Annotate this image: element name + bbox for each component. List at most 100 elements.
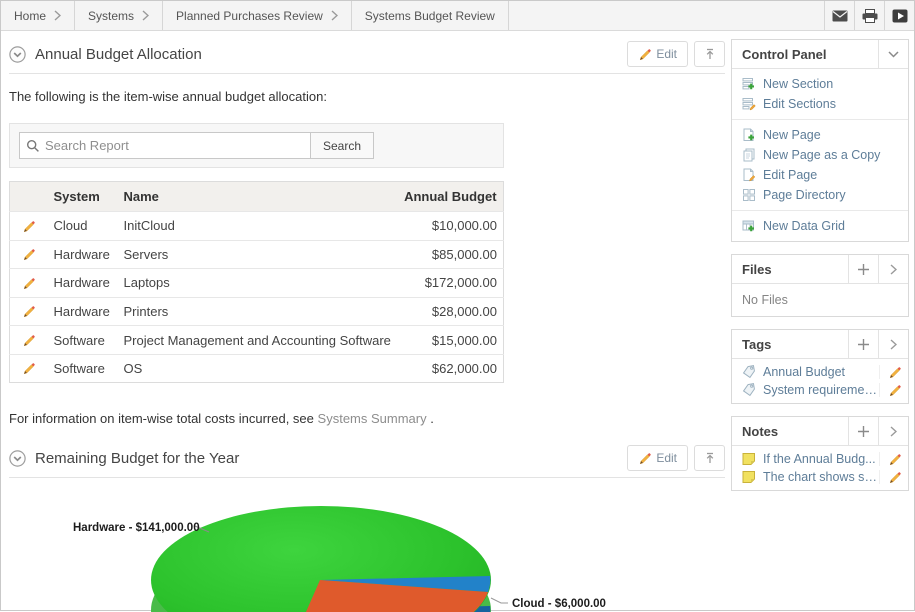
sidebar-item-new-data-grid[interactable]: New Data Grid <box>732 216 908 236</box>
search-box <box>19 132 311 159</box>
search-button[interactable]: Search <box>311 132 375 159</box>
page-section-title: Annual Budget Allocation <box>35 45 202 63</box>
edit-row-icon[interactable] <box>22 220 36 234</box>
plus-icon <box>858 425 869 437</box>
edit-section-button[interactable]: Edit <box>627 41 688 67</box>
edit-tag-icon[interactable] <box>888 366 901 379</box>
add-file-button[interactable] <box>848 255 878 283</box>
table-header-row: System Name Annual Budget <box>9 181 504 212</box>
control-panel-header: Control Panel <box>732 40 908 69</box>
report-search-panel: Search <box>9 123 504 168</box>
note-icon <box>742 471 755 483</box>
files-panel: Files No Files <box>731 254 909 317</box>
chevron-right-icon <box>142 10 149 21</box>
email-icon <box>832 10 847 21</box>
breadcrumb-planned-purchases-review[interactable]: Planned Purchases Review <box>163 1 352 30</box>
breadcrumb-home[interactable]: Home <box>1 1 76 30</box>
expand-tags-button[interactable] <box>878 330 908 358</box>
print-button[interactable] <box>854 1 884 30</box>
email-button[interactable] <box>824 1 854 30</box>
sidebar-item-label: New Page as a Copy <box>763 148 881 162</box>
tag-label[interactable]: Annual Budget <box>763 365 879 379</box>
section-divider <box>9 477 725 479</box>
notes-list: If the Annual Budg... The chart shows sy… <box>732 446 908 490</box>
page-directory-icon <box>743 189 755 201</box>
edit-tag-icon[interactable] <box>888 384 901 397</box>
control-panel-group-pages: New Page New Page as a Copy Edit Page Pa… <box>732 119 908 210</box>
add-tag-button[interactable] <box>848 330 878 358</box>
breadcrumb-systems[interactable]: Systems <box>75 1 164 30</box>
cell-name: InitCloud <box>117 211 399 241</box>
edit-row-icon[interactable] <box>22 248 36 262</box>
files-panel-header: Files <box>732 255 908 284</box>
new-section-icon <box>742 78 756 91</box>
cell-system: Hardware <box>47 296 118 326</box>
cell-budget: $10,000.00 <box>398 211 504 241</box>
edit-row-icon[interactable] <box>22 334 36 348</box>
tag-label[interactable]: System requirements <box>763 383 879 397</box>
footnote-period: . <box>430 411 434 427</box>
notes-panel-header: Notes <box>732 417 908 446</box>
notes-panel: Notes If the Annual Budg... The chart sh… <box>731 416 909 491</box>
collapse-section-icon[interactable] <box>9 450 26 467</box>
edit-button-label: Edit <box>656 47 677 61</box>
plus-icon <box>858 263 869 275</box>
cell-system: Software <box>47 353 118 383</box>
expand-files-button[interactable] <box>878 255 908 283</box>
search-input[interactable] <box>45 138 304 153</box>
breadcrumb-systems-budget-review[interactable]: Systems Budget Review <box>352 1 509 30</box>
table-row: Hardware Servers $85,000.00 <box>9 239 504 269</box>
new-data-grid-icon <box>742 220 756 233</box>
section-header-remaining-budget: Remaining Budget for the Year Edit <box>9 443 725 473</box>
sidebar-item-new-page-as-copy[interactable]: New Page as a Copy <box>732 145 908 165</box>
expand-notes-button[interactable] <box>878 417 908 445</box>
edit-note-icon[interactable] <box>888 471 901 484</box>
chevron-right-icon <box>890 338 897 350</box>
cell-budget: $28,000.00 <box>398 296 504 326</box>
table-row: Cloud InitCloud $10,000.00 <box>9 211 504 241</box>
edit-row-icon[interactable] <box>22 305 36 319</box>
edit-row-icon[interactable] <box>22 277 36 291</box>
sidebar-item-edit-page[interactable]: Edit Page <box>732 165 908 185</box>
note-label[interactable]: If the Annual Budg... <box>763 452 879 466</box>
pencil-icon <box>640 48 652 60</box>
edit-row-icon[interactable] <box>22 362 36 376</box>
main-content: Annual Budget Allocation Edit The follow… <box>9 39 725 479</box>
collapse-panel-button[interactable] <box>878 40 908 68</box>
tags-panel: Tags Annual Budget System requirements <box>731 329 909 404</box>
note-icon <box>742 453 755 465</box>
sidebar-item-new-section[interactable]: New Section <box>732 74 908 94</box>
printer-icon <box>862 8 877 23</box>
move-section-top-button[interactable] <box>694 41 725 67</box>
edit-note-icon[interactable] <box>888 453 901 466</box>
arrow-up-to-bar-icon <box>706 453 713 464</box>
cell-budget: $15,000.00 <box>398 325 504 355</box>
move-section-top-button[interactable] <box>694 445 725 472</box>
table-row: Software Project Management and Accounti… <box>9 325 504 355</box>
systems-summary-link[interactable]: Systems Summary <box>318 411 427 426</box>
panel-title: Tags <box>742 336 772 352</box>
cell-budget: $62,000.00 <box>398 353 504 383</box>
collapse-section-icon[interactable] <box>9 45 26 63</box>
sidebar-item-edit-sections[interactable]: Edit Sections <box>732 94 908 114</box>
cell-name: Project Management and Accounting Softwa… <box>117 325 399 355</box>
sidebar-item-label: New Section <box>763 77 834 91</box>
sidebar: Control Panel New Section Edit Sections … <box>731 39 909 503</box>
edit-section-button[interactable]: Edit <box>627 445 688 472</box>
page-section-title: Remaining Budget for the Year <box>35 449 240 467</box>
sidebar-item-page-directory[interactable]: Page Directory <box>732 185 908 205</box>
label-leader-line <box>490 597 508 604</box>
header-annual-budget: Annual Budget <box>398 181 504 212</box>
sidebar-item-label: Page Directory <box>763 188 846 202</box>
table-row: Hardware Laptops $172,000.00 <box>9 268 504 298</box>
sidebar-item-new-page[interactable]: New Page <box>732 125 908 145</box>
header-name: Name <box>117 181 399 212</box>
note-label[interactable]: The chart shows sy... <box>763 470 879 484</box>
control-panel: Control Panel New Section Edit Sections … <box>731 39 909 242</box>
add-note-button[interactable] <box>848 417 878 445</box>
budget-table: System Name Annual Budget Cloud InitClou… <box>9 181 504 384</box>
presentation-button[interactable] <box>884 1 914 30</box>
edit-page-icon <box>743 168 756 182</box>
section-header-annual-budget: Annual Budget Allocation Edit <box>9 39 725 69</box>
